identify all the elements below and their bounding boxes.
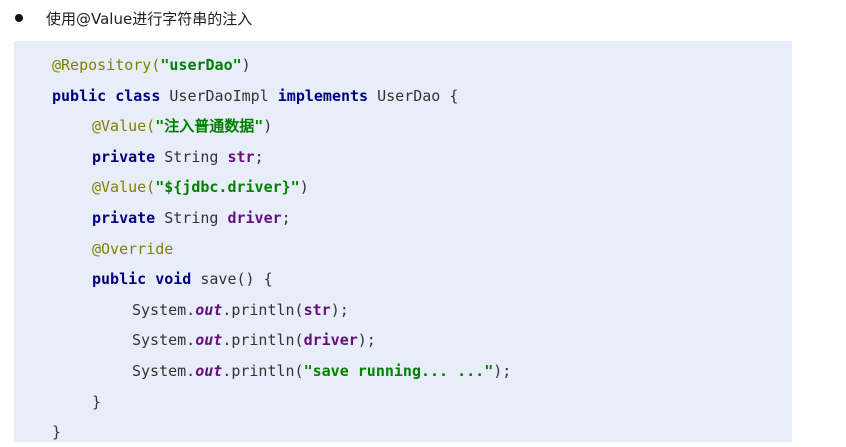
code-token: private bbox=[92, 209, 156, 227]
code-token: "save running... ..." bbox=[303, 362, 494, 380]
code-block: @Repository("userDao") public class UserD… bbox=[14, 41, 792, 442]
code-line: @Override bbox=[92, 234, 173, 264]
code-token: System. bbox=[132, 300, 196, 319]
code-token: System. bbox=[132, 331, 196, 350]
code-token: "userDao" bbox=[160, 56, 242, 74]
code-token: ); bbox=[493, 362, 512, 380]
code-line: @Value("${jdbc.driver}") bbox=[92, 172, 309, 202]
code-line: } bbox=[52, 417, 61, 447]
code-token: .println( bbox=[222, 331, 304, 350]
code-token: ; bbox=[281, 209, 291, 227]
code-token: @Repository( bbox=[52, 56, 161, 74]
code-token: "注入普通数据" bbox=[155, 117, 264, 136]
code-token: UserDaoImpl bbox=[160, 86, 278, 105]
code-token: ); bbox=[330, 300, 349, 319]
code-token: out bbox=[195, 331, 223, 350]
section-heading: 使用@Value进行字符串的注入 bbox=[46, 9, 253, 28]
code-token: @Value( bbox=[92, 178, 156, 197]
code-token: String bbox=[155, 209, 228, 227]
code-token: ; bbox=[254, 147, 264, 166]
code-token: ) bbox=[241, 56, 251, 74]
code-token: str bbox=[227, 147, 255, 166]
code-line: public void save() { bbox=[92, 264, 273, 294]
code-token: driver bbox=[227, 209, 282, 227]
code-token: private bbox=[92, 147, 156, 166]
code-token: System. bbox=[132, 362, 196, 380]
code-line: } bbox=[92, 387, 101, 417]
code-token: "${jdbc.driver}" bbox=[155, 178, 300, 197]
code-token: @Override bbox=[92, 239, 174, 258]
code-token: .println( bbox=[222, 362, 304, 380]
code-token: driver bbox=[303, 331, 358, 350]
code-token: String bbox=[155, 147, 228, 166]
code-token: public void bbox=[92, 270, 192, 289]
code-token: } bbox=[92, 392, 102, 411]
code-token: ); bbox=[357, 331, 376, 350]
code-line: public class UserDaoImpl implements User… bbox=[52, 81, 458, 111]
code-line: System.out.println(driver); bbox=[132, 325, 376, 355]
code-line: System.out.println("save running... ..."… bbox=[132, 356, 511, 386]
code-line: private String str; bbox=[92, 142, 264, 172]
code-line: System.out.println(str); bbox=[132, 295, 349, 325]
code-token: out bbox=[195, 300, 223, 319]
code-token: str bbox=[303, 300, 331, 319]
code-token: .println( bbox=[222, 300, 304, 319]
code-token: out bbox=[195, 362, 223, 380]
bullet-item: 使用@Value进行字符串的注入 bbox=[12, 6, 252, 30]
code-token: save() { bbox=[191, 270, 273, 289]
code-token: public class bbox=[52, 86, 161, 105]
bullet-dot-icon bbox=[15, 14, 23, 22]
code-token: implements bbox=[277, 86, 369, 105]
code-token: ) bbox=[299, 178, 309, 197]
code-line: @Repository("userDao") bbox=[52, 50, 251, 80]
code-line: @Value("注入普通数据") bbox=[92, 111, 272, 141]
code-token: } bbox=[52, 423, 62, 442]
code-token: @Value( bbox=[92, 117, 156, 136]
code-token: UserDao { bbox=[368, 86, 459, 105]
code-token: ) bbox=[263, 117, 273, 136]
code-line: private String driver; bbox=[92, 203, 291, 233]
